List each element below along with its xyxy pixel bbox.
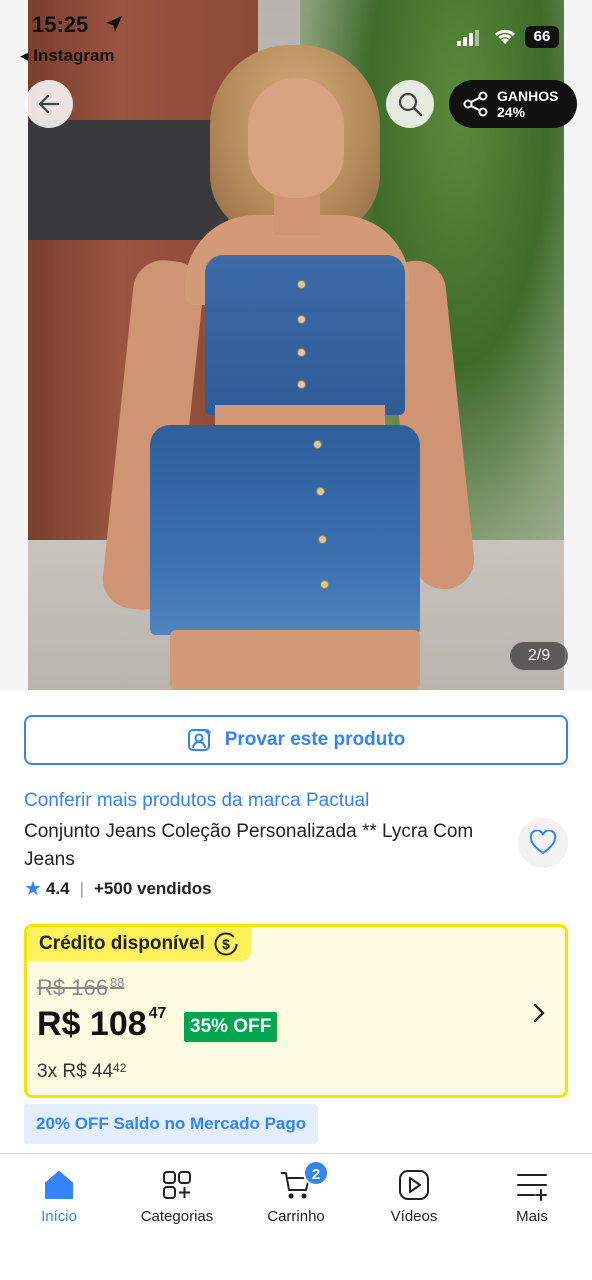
price-card[interactable]: Crédito disponível $ R$ 166 88 R$ 108 47 3… xyxy=(24,924,568,1098)
coin-dollar-icon: $ xyxy=(213,931,239,957)
battery-indicator: 66 xyxy=(525,26,559,48)
tab-videos[interactable]: Vídeos xyxy=(359,1168,469,1225)
credit-available-tag: Crédito disponível $ xyxy=(27,927,251,961)
video-icon xyxy=(399,1170,429,1200)
earnings-value: 24% xyxy=(497,104,526,120)
rating-score: 4.4 xyxy=(45,878,70,898)
tab-inicio[interactable]: Início xyxy=(4,1168,114,1225)
tab-label: Carrinho xyxy=(267,1208,325,1225)
rating-separator: | xyxy=(79,878,84,898)
discount-badge: 35% OFF xyxy=(184,1012,278,1042)
mercado-pago-promo-badge: 20% OFF Saldo no Mercado Pago xyxy=(24,1104,319,1144)
back-to-app-link[interactable]: ◂ Instagram xyxy=(20,46,115,66)
home-icon xyxy=(45,1171,73,1199)
status-bar: 15:25 ◂ Instagram 66 xyxy=(0,0,592,74)
location-arrow-icon xyxy=(106,16,122,32)
categories-icon xyxy=(163,1171,191,1199)
product-title: Conjunto Jeans Coleção Personalizada ** … xyxy=(24,821,474,870)
tab-carrinho[interactable]: 2 Carrinho xyxy=(241,1160,351,1225)
try-product-button[interactable]: Provar este produto xyxy=(24,715,568,765)
sold-count: +500 vendidos xyxy=(94,878,212,898)
svg-text:$: $ xyxy=(222,936,230,952)
denim-skirt xyxy=(150,425,420,635)
tab-label: Vídeos xyxy=(390,1208,438,1225)
star-icon: ★ xyxy=(24,878,42,900)
heart-icon xyxy=(529,830,557,855)
wifi-icon xyxy=(494,29,516,44)
back-app-label: Instagram xyxy=(33,46,115,65)
back-button[interactable] xyxy=(25,80,73,128)
chevron-right-icon xyxy=(533,1003,545,1023)
arrow-left-icon xyxy=(38,94,60,114)
earnings-label: GANHOS xyxy=(497,88,559,104)
tab-label: Início xyxy=(41,1208,77,1225)
brand-link[interactable]: Conferir mais produtos da marca Pactual xyxy=(24,790,369,812)
installments: 3x R$ 4442 xyxy=(37,1061,127,1082)
tab-categorias[interactable]: Categorias xyxy=(122,1168,232,1225)
current-price: R$ 108 47 xyxy=(37,1005,167,1043)
denim-top xyxy=(205,255,405,415)
tab-label: Categorias xyxy=(140,1208,214,1225)
menu-plus-icon xyxy=(517,1174,547,1201)
cart-count-badge: 2 xyxy=(303,1160,329,1186)
favorite-button[interactable] xyxy=(518,818,568,868)
try-product-label: Provar este produto xyxy=(224,729,406,750)
image-counter: 2/9 xyxy=(510,642,568,670)
signal-icon xyxy=(457,30,479,46)
share-icon xyxy=(463,91,488,117)
bottom-tab-bar: Início Categorias 2 Carrinho Vídeos Mais xyxy=(0,1153,592,1280)
rating-row[interactable]: ★ 4.4 | +500 vendidos xyxy=(24,876,212,901)
search-icon xyxy=(398,92,423,117)
person-sparkle-icon xyxy=(187,727,213,753)
tab-mais[interactable]: Mais xyxy=(477,1168,587,1225)
tab-label: Mais xyxy=(516,1208,548,1225)
original-price: R$ 166 88 xyxy=(37,975,125,1000)
status-time: 15:25 xyxy=(32,12,89,37)
share-earnings-button[interactable]: GANHOS 24% xyxy=(449,80,577,128)
search-button[interactable] xyxy=(386,80,434,128)
